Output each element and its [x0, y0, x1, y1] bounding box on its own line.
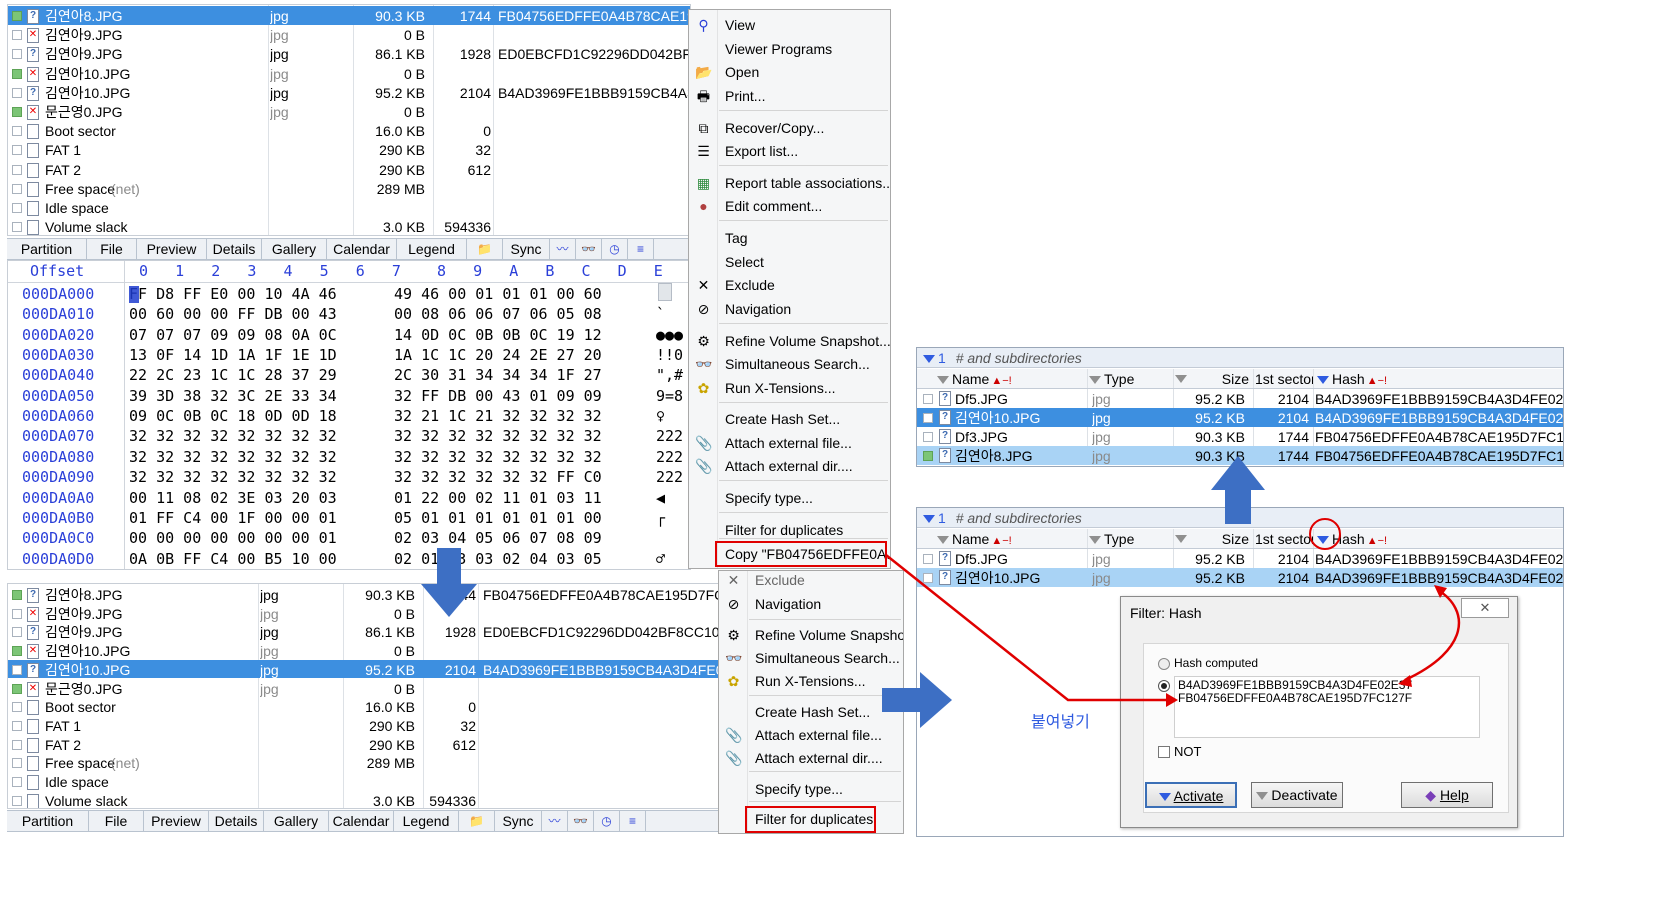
right-arrow — [882, 672, 952, 728]
arrow-overlay — [421, 456, 1461, 728]
down-arrow — [421, 548, 477, 617]
paste-red-arrow — [885, 554, 1168, 702]
paste-arrowhead — [1166, 693, 1178, 707]
hash-curve-arrow — [1404, 588, 1461, 682]
up-arrow — [1211, 456, 1265, 524]
curve-arrowhead-bottom — [1398, 675, 1412, 687]
